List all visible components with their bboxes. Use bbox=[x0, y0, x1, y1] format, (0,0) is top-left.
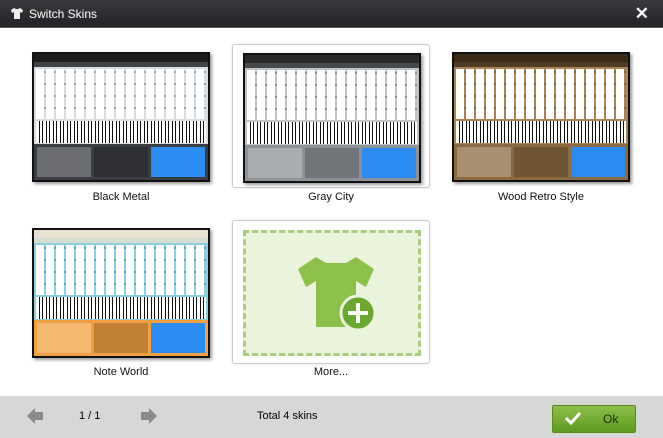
skin-preview bbox=[243, 53, 421, 183]
skin-label: Wood Retro Style bbox=[497, 191, 584, 203]
skin-preview bbox=[32, 228, 210, 358]
more-skins-tile[interactable] bbox=[232, 220, 430, 364]
skin-tile-note-world[interactable] bbox=[22, 220, 220, 364]
skin-preview bbox=[32, 52, 210, 182]
footer: 1 / 1 Total 4 skins Ok bbox=[0, 396, 663, 438]
skin-label: Gray City bbox=[308, 191, 354, 203]
checkmark-icon bbox=[565, 411, 581, 425]
skin-tile-wood-retro-style[interactable] bbox=[442, 44, 640, 188]
page-indicator: 1 / 1 bbox=[79, 410, 101, 422]
ok-label: Ok bbox=[603, 412, 619, 426]
total-skins-count: Total 4 skins bbox=[257, 410, 318, 422]
tshirt-add-icon bbox=[298, 257, 377, 332]
more-skins-label: More... bbox=[313, 366, 349, 378]
window-title: Switch Skins bbox=[29, 7, 98, 21]
next-page-button[interactable] bbox=[140, 407, 158, 425]
skin-preview bbox=[452, 52, 630, 182]
tshirt-icon bbox=[11, 8, 23, 19]
more-skins-thumb bbox=[243, 230, 421, 356]
skin-tile-gray-city[interactable] bbox=[232, 44, 430, 188]
skin-grid: Black Metal Gray City Wood Retro Style N… bbox=[2, 28, 661, 396]
skin-label: Note World bbox=[93, 366, 149, 378]
skin-tile-black-metal[interactable] bbox=[22, 44, 220, 188]
prev-page-button[interactable] bbox=[26, 407, 44, 425]
ok-button[interactable]: Ok bbox=[552, 405, 636, 433]
close-button[interactable]: ✕ bbox=[635, 4, 649, 24]
skin-label: Black Metal bbox=[92, 191, 150, 203]
title-bar: Switch Skins ✕ bbox=[0, 0, 663, 28]
